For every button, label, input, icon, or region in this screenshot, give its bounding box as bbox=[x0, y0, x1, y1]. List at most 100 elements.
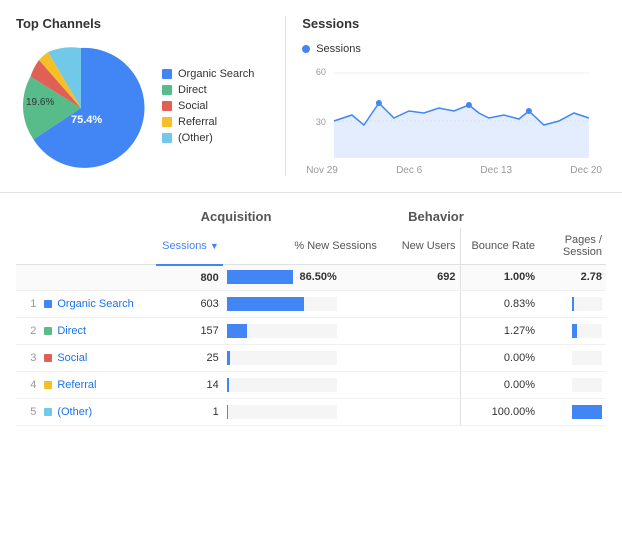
row-new-users bbox=[381, 371, 460, 398]
total-row: 800 86.50% 692 1.00% 2.78 bbox=[16, 265, 606, 291]
legend-item-direct: Direct bbox=[162, 84, 254, 96]
row-channel: Organic Search bbox=[40, 291, 156, 318]
col-channel-header bbox=[40, 228, 156, 265]
total-new-users: 692 bbox=[381, 265, 460, 291]
data-table-section: Acquisition Behavior Sessions ▼ % New Se… bbox=[0, 193, 622, 438]
row-pages-session bbox=[539, 371, 606, 398]
legend-label-direct: Direct bbox=[178, 84, 207, 96]
legend-item-other: (Other) bbox=[162, 132, 254, 144]
total-pages-session: 2.78 bbox=[539, 265, 606, 291]
channel-color-dot bbox=[44, 300, 52, 308]
total-sessions: 800 bbox=[156, 265, 223, 291]
x-label-dec20: Dec 20 bbox=[570, 165, 602, 176]
row-sessions: 1 bbox=[156, 398, 223, 425]
x-label-dec13: Dec 13 bbox=[480, 165, 512, 176]
col-bounce-header[interactable]: Bounce Rate bbox=[460, 228, 539, 265]
x-label-nov29: Nov 29 bbox=[306, 165, 338, 176]
svg-text:60: 60 bbox=[316, 67, 326, 77]
table-row: 4 Referral 14 0.00% bbox=[16, 371, 606, 398]
sessions-legend-label: Sessions bbox=[316, 43, 361, 55]
row-new-users bbox=[381, 344, 460, 371]
sessions-line-chart: 60 30 bbox=[302, 63, 606, 163]
total-bounce-rate: 1.00% bbox=[460, 265, 539, 291]
legend-label-referral: Referral bbox=[178, 116, 217, 128]
top-channels-title: Top Channels bbox=[16, 16, 269, 31]
row-pages-session bbox=[539, 344, 606, 371]
channel-link[interactable]: Organic Search bbox=[57, 298, 133, 310]
row-sessions: 25 bbox=[156, 344, 223, 371]
direct-dot bbox=[162, 85, 172, 95]
channel-color-dot bbox=[44, 408, 52, 416]
col-num-header bbox=[16, 228, 40, 265]
row-sessions: 157 bbox=[156, 317, 223, 344]
col-new-sessions-header[interactable]: % New Sessions bbox=[223, 228, 381, 265]
sort-arrow-icon: ▼ bbox=[210, 241, 219, 251]
channel-link[interactable]: Referral bbox=[57, 379, 96, 391]
row-num: 2 bbox=[16, 317, 40, 344]
total-channel bbox=[40, 265, 156, 291]
col-sessions-header[interactable]: Sessions ▼ bbox=[156, 228, 223, 265]
acquisition-group-label: Acquisition bbox=[136, 209, 336, 224]
total-new-sessions-pct: 86.50% bbox=[299, 271, 336, 283]
row-channel: Referral bbox=[40, 371, 156, 398]
row-sessions: 603 bbox=[156, 291, 223, 318]
row-num: 4 bbox=[16, 371, 40, 398]
col-new-users-header[interactable]: New Users bbox=[381, 228, 460, 265]
legend-item-social: Social bbox=[162, 100, 254, 112]
row-pages-session bbox=[539, 291, 606, 318]
row-pages-session bbox=[539, 398, 606, 425]
row-new-users bbox=[381, 398, 460, 425]
channel-link[interactable]: Social bbox=[57, 352, 87, 364]
legend-item-organic: Organic Search bbox=[162, 68, 254, 80]
row-new-sessions-bar bbox=[223, 398, 381, 425]
total-num bbox=[16, 265, 40, 291]
row-new-sessions-bar bbox=[223, 344, 381, 371]
row-new-users bbox=[381, 291, 460, 318]
svg-text:19.6%: 19.6% bbox=[26, 97, 54, 108]
sessions-legend-dot bbox=[302, 45, 310, 53]
row-num: 5 bbox=[16, 398, 40, 425]
total-new-sessions-bar: 86.50% bbox=[223, 265, 381, 291]
row-new-users bbox=[381, 317, 460, 344]
legend-label-other: (Other) bbox=[178, 132, 213, 144]
row-new-sessions-bar bbox=[223, 317, 381, 344]
x-axis-labels: Nov 29 Dec 6 Dec 13 Dec 20 bbox=[302, 165, 606, 176]
behavior-group-label: Behavior bbox=[336, 209, 536, 224]
organic-search-dot bbox=[162, 69, 172, 79]
row-sessions: 14 bbox=[156, 371, 223, 398]
legend-item-referral: Referral bbox=[162, 116, 254, 128]
table-header-row: Sessions ▼ % New Sessions New Users Boun… bbox=[16, 228, 606, 265]
row-num: 3 bbox=[16, 344, 40, 371]
row-channel: Direct bbox=[40, 317, 156, 344]
pie-chart: 75.4% 19.6% bbox=[16, 43, 146, 173]
row-bounce-rate: 100.00% bbox=[460, 398, 539, 425]
channel-color-dot bbox=[44, 327, 52, 335]
table-row: 3 Social 25 0.00% bbox=[16, 344, 606, 371]
sessions-title: Sessions bbox=[302, 16, 606, 31]
legend-label-social: Social bbox=[178, 100, 208, 112]
col-pages-header[interactable]: Pages / Session bbox=[539, 228, 606, 265]
table-row: 5 (Other) 1 100.00% bbox=[16, 398, 606, 425]
pie-legend: Organic Search Direct Social Referral (O… bbox=[162, 68, 254, 148]
social-dot bbox=[162, 101, 172, 111]
referral-dot bbox=[162, 117, 172, 127]
row-new-sessions-bar bbox=[223, 371, 381, 398]
row-bounce-rate: 0.00% bbox=[460, 344, 539, 371]
svg-text:30: 30 bbox=[316, 117, 326, 127]
channel-color-dot bbox=[44, 354, 52, 362]
table-row: 1 Organic Search 603 0.83% bbox=[16, 291, 606, 318]
row-pages-session bbox=[539, 317, 606, 344]
row-channel: Social bbox=[40, 344, 156, 371]
row-bounce-rate: 0.83% bbox=[460, 291, 539, 318]
channel-link[interactable]: (Other) bbox=[57, 406, 92, 418]
row-bounce-rate: 0.00% bbox=[460, 371, 539, 398]
legend-label-organic: Organic Search bbox=[178, 68, 254, 80]
svg-text:75.4%: 75.4% bbox=[71, 114, 102, 126]
channel-color-dot bbox=[44, 381, 52, 389]
channel-link[interactable]: Direct bbox=[57, 325, 86, 337]
row-bounce-rate: 1.27% bbox=[460, 317, 539, 344]
analytics-table: Sessions ▼ % New Sessions New Users Boun… bbox=[16, 228, 606, 291]
table-row: 2 Direct 157 1.27% bbox=[16, 317, 606, 344]
x-label-dec6: Dec 6 bbox=[396, 165, 422, 176]
row-num: 1 bbox=[16, 291, 40, 318]
